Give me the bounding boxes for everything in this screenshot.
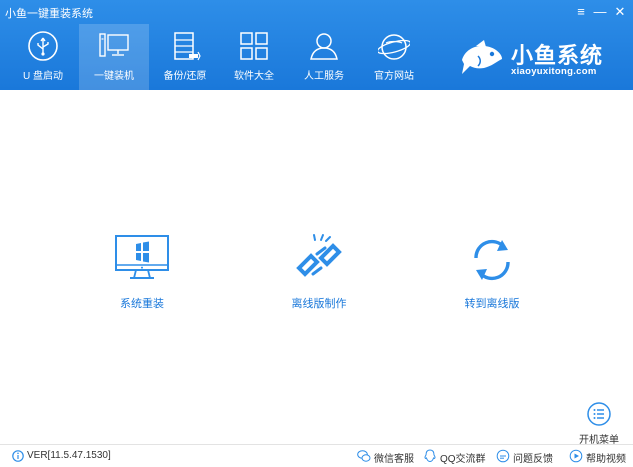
backup-icon xyxy=(174,32,201,61)
close-button[interactable]: ✕ xyxy=(610,2,630,22)
info-icon xyxy=(12,450,24,462)
tab-label: 备份/还原 xyxy=(163,71,207,82)
status-bar: VER[11.5.47.1530] 微信客服 QQ交流群 问题反馈 帮助视频 xyxy=(0,444,633,467)
tab-label: 一键装机 xyxy=(94,71,134,82)
windows-monitor-icon xyxy=(115,235,169,279)
tab-label: U 盘启动 xyxy=(23,71,63,82)
menu-button[interactable]: ≡ xyxy=(571,2,591,22)
wechat-icon xyxy=(357,450,371,462)
qq-icon xyxy=(424,449,436,463)
window-title: 小鱼一键重装系统 xyxy=(5,8,93,20)
list-menu-icon xyxy=(587,402,611,426)
tab-official-site[interactable]: 官方网站 xyxy=(359,24,429,90)
link-label: QQ交流群 xyxy=(440,454,486,465)
action-label: 转到离线版 xyxy=(464,298,520,310)
tab-usb-boot[interactable]: U 盘启动 xyxy=(8,24,78,90)
tab-software[interactable]: 软件大全 xyxy=(219,24,289,90)
version-text: VER[11.5.47.1530] xyxy=(27,450,111,461)
link-label: 问题反馈 xyxy=(513,454,553,465)
feedback-icon xyxy=(496,449,510,463)
link-broken-icon xyxy=(296,234,342,277)
tab-one-click-install[interactable]: 一键装机 xyxy=(79,24,149,90)
refresh-cycle-icon xyxy=(474,239,510,281)
tab-manual-service[interactable]: 人工服务 xyxy=(289,24,359,90)
brand-url: xiaoyuxitong.com xyxy=(511,66,597,77)
minimize-button[interactable]: — xyxy=(590,2,610,22)
offline-build-button[interactable]: 离线版制作 xyxy=(264,232,374,312)
tab-label: 官方网站 xyxy=(374,71,414,82)
app-window: 小鱼一键重装系统 ≡ — ✕ U 盘启动 一键装机 备份/还原 软件大全 人工服… xyxy=(0,0,633,467)
header-bar: 小鱼一键重装系统 ≡ — ✕ U 盘启动 一键装机 备份/还原 软件大全 人工服… xyxy=(0,0,633,90)
globe-icon xyxy=(378,34,410,60)
apps-grid-icon xyxy=(240,32,268,60)
usb-icon xyxy=(28,31,58,61)
action-label: 离线版制作 xyxy=(291,298,347,310)
fish-logo-icon xyxy=(462,40,502,74)
tab-backup-restore[interactable]: 备份/还原 xyxy=(150,24,220,90)
link-label: 微信客服 xyxy=(374,454,414,465)
help-video-icon xyxy=(569,449,583,463)
link-label: 帮助视频 xyxy=(586,454,626,465)
boot-menu-button[interactable]: 开机菜单 xyxy=(575,402,623,446)
computer-icon xyxy=(99,33,129,57)
switch-offline-button[interactable]: 转到离线版 xyxy=(437,232,547,312)
user-service-icon xyxy=(310,33,338,60)
action-label: 系统重装 xyxy=(120,298,164,310)
reinstall-system-button[interactable]: 系统重装 xyxy=(87,232,197,312)
tab-label: 软件大全 xyxy=(234,71,274,82)
tab-label: 人工服务 xyxy=(304,71,344,82)
